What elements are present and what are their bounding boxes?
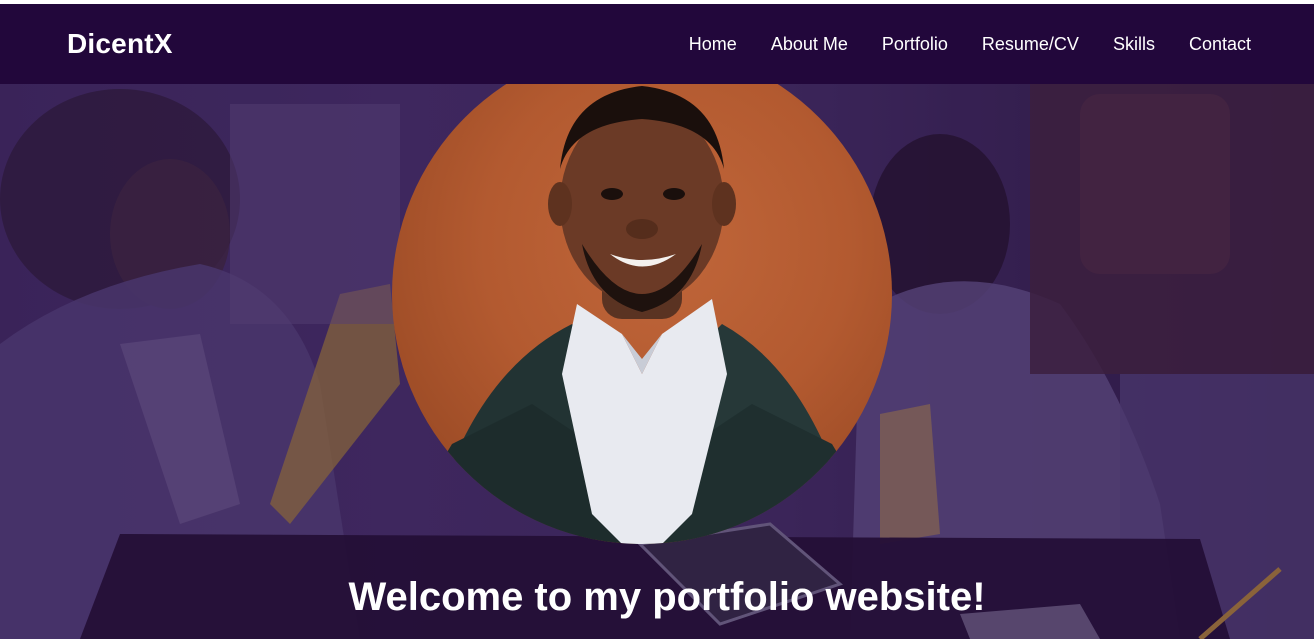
hero-section: Welcome to my portfolio website!	[0, 84, 1314, 639]
nav-resume-cv[interactable]: Resume/CV	[982, 34, 1079, 55]
nav-menu: Home About Me Portfolio Resume/CV Skills…	[689, 34, 1251, 55]
welcome-banner: Welcome to my portfolio website!	[0, 539, 1314, 639]
nav-contact[interactable]: Contact	[1189, 34, 1251, 55]
navbar: DicentX Home About Me Portfolio Resume/C…	[0, 4, 1314, 84]
nav-about-me[interactable]: About Me	[771, 34, 848, 55]
brand-logo[interactable]: DicentX	[67, 28, 173, 60]
hero-title: Welcome to my portfolio website!	[348, 575, 986, 619]
nav-portfolio[interactable]: Portfolio	[882, 34, 948, 55]
nav-skills[interactable]: Skills	[1113, 34, 1155, 55]
page: DicentX Home About Me Portfolio Resume/C…	[0, 0, 1314, 639]
nav-home[interactable]: Home	[689, 34, 737, 55]
